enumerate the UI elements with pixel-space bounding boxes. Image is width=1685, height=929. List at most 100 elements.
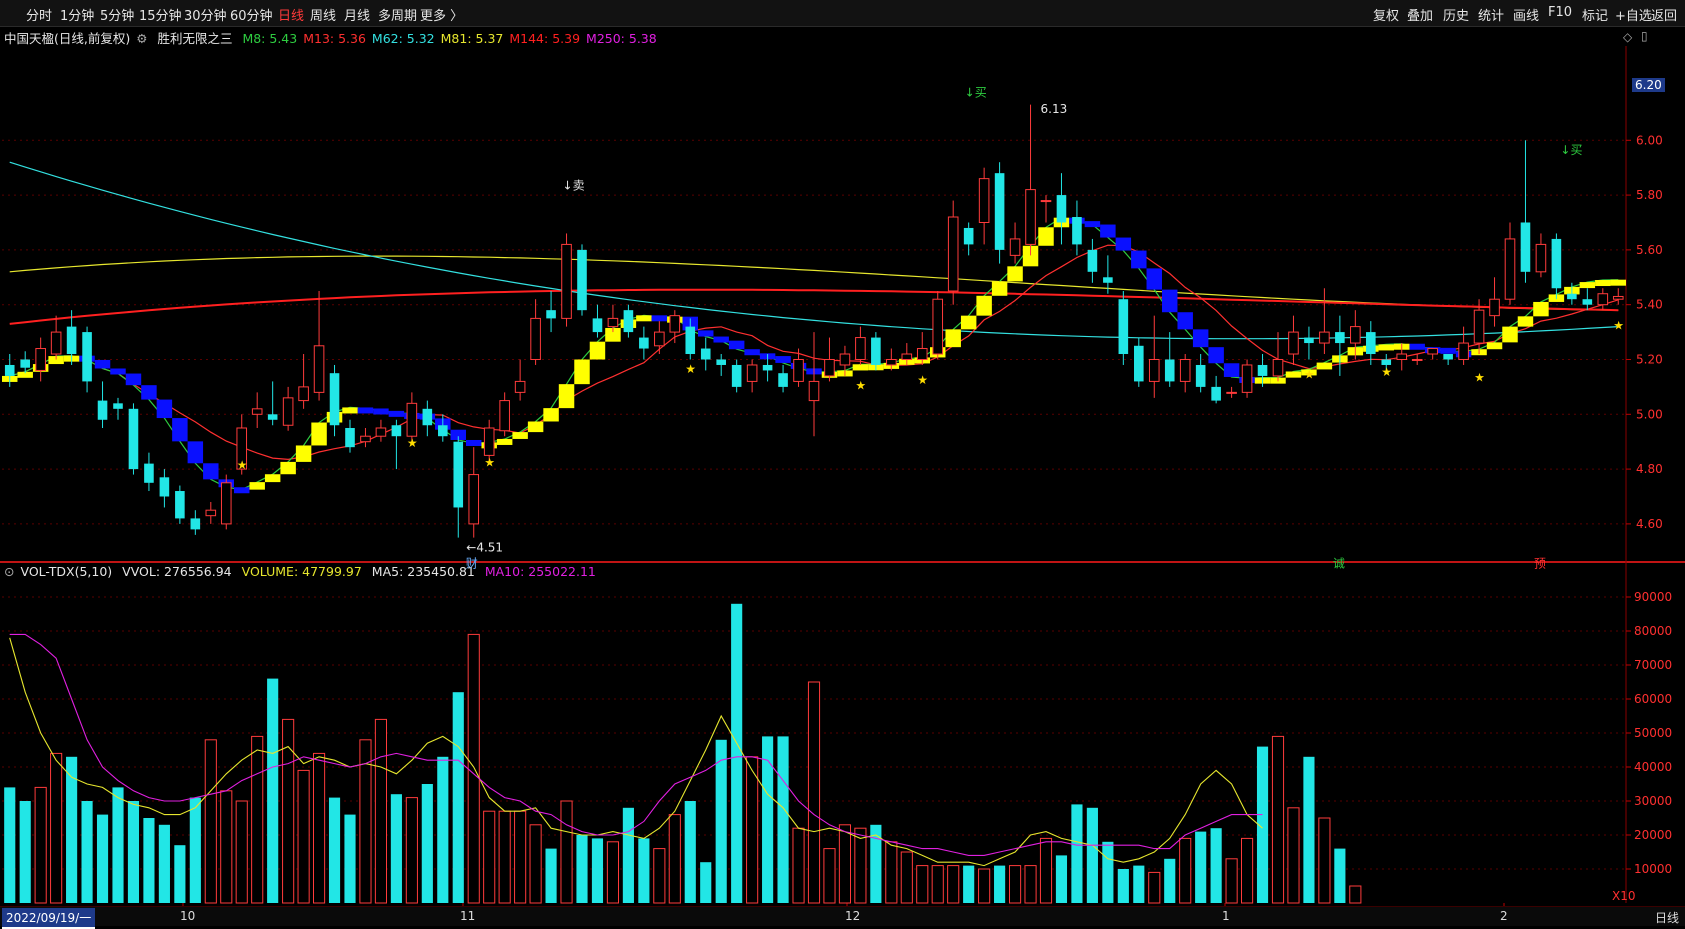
volume-tick-label: 20000 — [1634, 828, 1672, 842]
tool-3[interactable]: 统计 — [1478, 5, 1504, 24]
candle-body — [700, 348, 711, 360]
indicator-name[interactable]: 胜利无限之三 — [157, 31, 232, 46]
candle-body — [731, 364, 742, 387]
trend-block — [342, 407, 358, 414]
volume-bar — [1164, 858, 1176, 903]
event-marker: 财 — [466, 557, 478, 571]
candle-body — [483, 427, 495, 456]
volume-bar — [143, 818, 155, 903]
tool-4[interactable]: 画线 — [1513, 5, 1539, 24]
candle-body — [901, 353, 913, 360]
period-6[interactable]: 日线 — [278, 5, 304, 24]
volume-tick-label: 70000 — [1634, 658, 1672, 672]
window-toggle-icon[interactable]: ▯ — [1641, 29, 1648, 43]
volume-bar — [467, 633, 480, 904]
volume-bar — [1271, 735, 1285, 904]
ma-label-0: M8: 5.43 — [242, 31, 298, 46]
trend-block — [311, 422, 327, 446]
kline-chart[interactable]: 6.00 5.80 5.60 5.40 5.20 5.00 4.80 4.60 90000 800… — [0, 46, 1685, 906]
candle-body — [190, 518, 201, 530]
volume-bar — [885, 841, 898, 904]
candle-body — [546, 310, 556, 319]
candle-body — [35, 348, 46, 371]
tool-7[interactable]: +自选 — [1615, 5, 1652, 24]
period-2[interactable]: 5分钟 — [100, 5, 134, 24]
volume-bar — [405, 797, 418, 904]
tool-1[interactable]: 叠加 — [1407, 5, 1433, 24]
volume-bar — [1349, 885, 1362, 904]
candle-body — [1134, 345, 1144, 382]
candle-body — [1335, 332, 1345, 344]
trend-block — [1208, 347, 1224, 364]
period-7[interactable]: 周线 — [310, 5, 336, 24]
volume-bar — [127, 801, 140, 903]
period-1[interactable]: 1分钟 — [60, 5, 94, 24]
candle-body — [468, 474, 480, 525]
trend-block — [357, 407, 374, 414]
candle-body — [453, 441, 464, 508]
candle-body — [1582, 299, 1593, 305]
trend-block — [1192, 329, 1209, 348]
trend-block — [1038, 227, 1054, 246]
period-4[interactable]: 30分钟 — [184, 5, 227, 24]
candle-body — [1411, 358, 1423, 361]
candle-body — [654, 331, 665, 347]
candle-body — [251, 408, 263, 415]
volume-bar — [1225, 858, 1238, 904]
candle-body — [978, 178, 990, 223]
volume-bar — [807, 681, 821, 904]
trend-block — [1100, 224, 1116, 238]
tool-6[interactable]: 标记 — [1582, 5, 1608, 24]
candle-body — [669, 315, 681, 333]
star-marker: ★ — [237, 458, 248, 472]
candle-body — [623, 310, 634, 333]
diamond-icon[interactable]: ◇ — [1623, 30, 1632, 44]
volume-bar — [235, 800, 248, 904]
star-marker: ★ — [855, 379, 866, 393]
volume-unit: X10 — [1612, 889, 1636, 903]
volume-bar — [251, 735, 264, 904]
tool-5[interactable]: F10 — [1548, 5, 1572, 20]
volume-bar — [328, 797, 341, 903]
trend-block — [187, 441, 204, 464]
tool-8[interactable]: 返回 — [1651, 5, 1677, 24]
tool-0[interactable]: 复权 — [1373, 5, 1399, 24]
stock-title[interactable]: 中国天楹(日线,前复权) — [4, 31, 130, 46]
tool-2[interactable]: 历史 — [1443, 5, 1469, 24]
trend-block — [110, 368, 126, 375]
period-9[interactable]: 多周期 — [378, 5, 417, 24]
star-marker: ★ — [407, 436, 418, 450]
period-0[interactable]: 分时 — [26, 5, 52, 24]
candle-body — [1520, 222, 1531, 272]
volume-bar — [1008, 865, 1022, 904]
volume-bar — [344, 814, 356, 903]
trend-block — [1502, 326, 1518, 343]
period-8[interactable]: 月线 — [344, 5, 370, 24]
trend-block — [1316, 362, 1333, 370]
period-10[interactable]: 更多 〉 — [420, 5, 463, 24]
volume-bar — [1303, 756, 1315, 903]
trend-block — [280, 461, 296, 475]
event-marker: 预 — [1534, 557, 1546, 571]
candle-body — [561, 243, 572, 319]
candle-body — [793, 358, 804, 382]
settings-icon[interactable]: ⚙ — [136, 31, 147, 46]
volume-tick-label: 90000 — [1634, 590, 1672, 604]
candle-body — [375, 427, 387, 437]
volume-bar — [700, 862, 712, 903]
trend-block — [574, 359, 590, 385]
volume-bar — [96, 814, 109, 903]
candle-body — [1164, 359, 1175, 382]
candle-body — [932, 298, 944, 355]
candle-body — [1567, 293, 1577, 300]
volume-bar — [762, 736, 774, 903]
trend-block — [125, 373, 142, 386]
volume-bar — [112, 787, 124, 903]
candle-body — [639, 337, 649, 349]
volume-bar — [1287, 807, 1300, 904]
period-5[interactable]: 60分钟 — [230, 5, 273, 24]
period-3[interactable]: 15分钟 — [139, 5, 182, 24]
candle-body — [360, 435, 371, 443]
volume-bar — [1102, 841, 1114, 903]
price-tick-label: 4.60 — [1636, 517, 1663, 531]
